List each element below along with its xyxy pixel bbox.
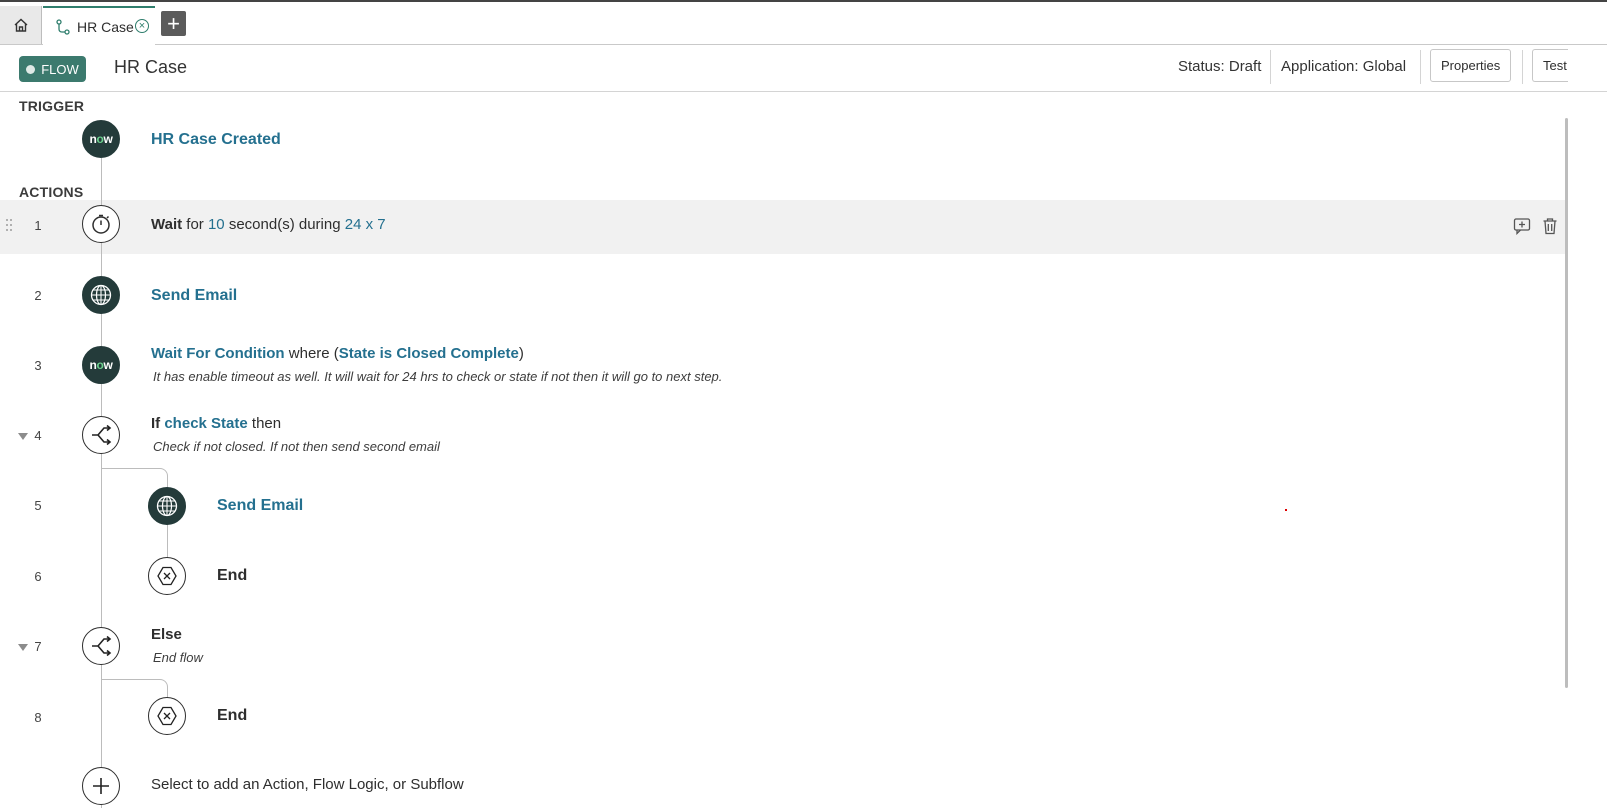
now-logo-text: now — [89, 358, 113, 372]
collapse-caret-icon[interactable] — [18, 433, 28, 440]
step-icon-button[interactable] — [148, 487, 186, 525]
branch-connector — [102, 679, 168, 698]
step-number: 4 — [34, 428, 42, 443]
step-icon-button[interactable] — [82, 627, 120, 665]
globe-icon — [90, 284, 112, 306]
step-number: 6 — [34, 569, 42, 584]
step-icon-button[interactable] — [82, 276, 120, 314]
step-annotation: It has enable timeout as well. It will w… — [153, 369, 723, 384]
step-icon-button[interactable] — [82, 416, 120, 454]
now-logo[interactable]: now — [82, 120, 120, 158]
trigger-section-label: TRIGGER — [19, 98, 85, 114]
collapse-caret-icon[interactable] — [18, 644, 28, 651]
divider — [1270, 50, 1271, 84]
branch-connector — [102, 468, 168, 487]
home-tab[interactable] — [0, 6, 42, 44]
step-number: 7 — [34, 639, 42, 654]
step-number: 3 — [34, 358, 42, 373]
tab-label: HR Case — [77, 18, 134, 35]
close-circle-icon[interactable]: × — [135, 19, 149, 33]
add-comment-icon[interactable] — [1513, 217, 1531, 235]
globe-icon — [156, 495, 178, 517]
flow-icon — [56, 18, 70, 35]
trigger-name[interactable]: HR Case Created — [151, 131, 281, 149]
delete-icon[interactable] — [1542, 217, 1558, 235]
drag-handle-icon[interactable] — [6, 219, 12, 233]
step-icon-button[interactable] — [82, 205, 120, 243]
status-dot-icon — [26, 64, 36, 74]
status-text: Status: Draft — [1178, 58, 1262, 75]
plus-icon: + — [167, 10, 180, 36]
test-button[interactable]: Test — [1532, 49, 1568, 82]
step-text[interactable]: Wait for 10 second(s) during 24 x 7 — [151, 216, 386, 233]
step-number: 1 — [34, 218, 42, 233]
step-number: 8 — [34, 710, 42, 725]
flow-header: FLOW HR Case Status: Draft Application: … — [0, 45, 1607, 92]
new-tab-button[interactable]: + — [161, 11, 186, 36]
step-text[interactable]: Wait For Condition where (State is Close… — [151, 345, 524, 362]
step-number: 5 — [34, 498, 42, 513]
now-logo[interactable]: now — [82, 346, 120, 384]
add-step-button[interactable] — [82, 767, 120, 805]
properties-button[interactable]: Properties — [1430, 49, 1512, 82]
step-text[interactable]: End — [217, 567, 247, 585]
step-text[interactable]: End — [217, 707, 247, 725]
step-annotation: Check if not closed. If not then send se… — [153, 439, 440, 454]
divider — [1522, 50, 1523, 84]
branch-icon — [92, 635, 112, 657]
step-text[interactable]: If check State then — [151, 415, 281, 432]
actions-section-label: ACTIONS — [19, 184, 84, 200]
home-icon — [14, 18, 27, 32]
step-text[interactable]: Send Email — [217, 497, 303, 515]
step-text[interactable]: Send Email — [151, 287, 237, 305]
now-logo-text: now — [89, 132, 113, 146]
timer-icon — [92, 214, 110, 234]
end-icon — [157, 566, 177, 586]
cursor-marker — [1285, 509, 1287, 511]
application-text: Application: Global — [1281, 58, 1407, 75]
plus-icon — [93, 778, 109, 794]
step-annotation: End flow — [153, 650, 203, 665]
add-step-prompt[interactable]: Select to add an Action, Flow Logic, or … — [151, 776, 464, 793]
flow-badge-label: FLOW — [41, 61, 79, 77]
step-text[interactable]: Else — [151, 626, 182, 643]
flow-type-badge: FLOW — [19, 56, 86, 82]
vertical-scrollbar[interactable] — [1565, 118, 1568, 688]
step-number: 2 — [34, 288, 42, 303]
end-icon — [157, 706, 177, 726]
flow-title: HR Case — [114, 57, 188, 77]
branch-icon — [92, 424, 112, 446]
step-icon-button[interactable] — [148, 697, 186, 735]
tab-hr-case[interactable]: HR Case × — [43, 6, 155, 45]
step-icon-button[interactable] — [148, 557, 186, 595]
divider — [1420, 50, 1421, 84]
tab-bar: HR Case × + — [0, 2, 1607, 45]
